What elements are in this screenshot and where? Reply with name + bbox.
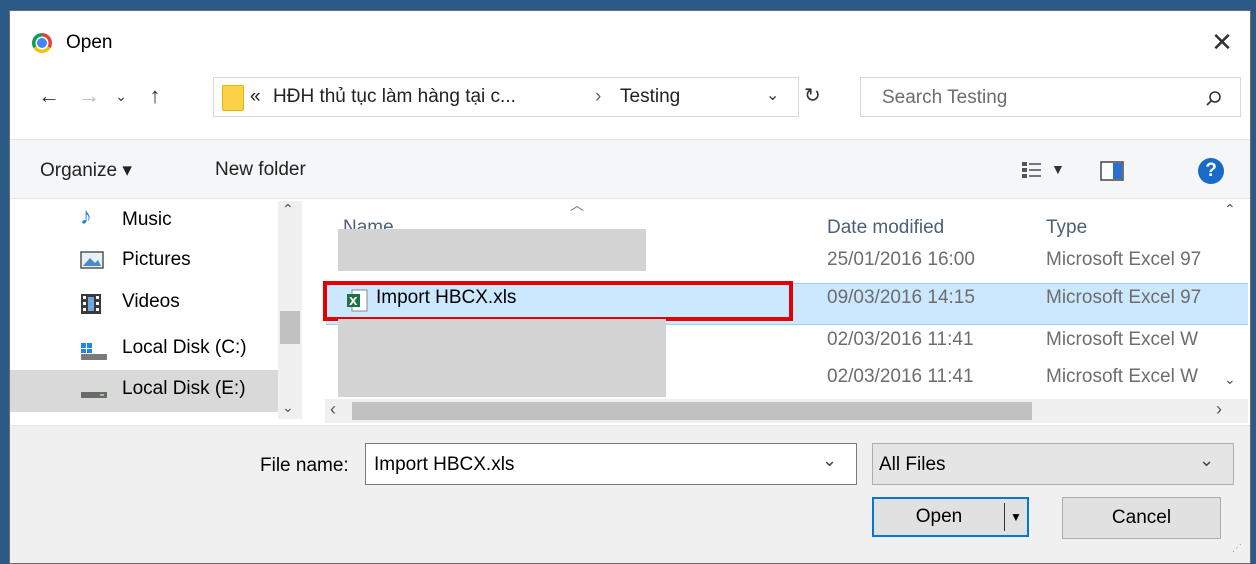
cancel-button[interactable]: Cancel bbox=[1062, 497, 1221, 539]
open-button-label: Open bbox=[915, 506, 963, 527]
sidebar-item-pictures[interactable]: Pictures bbox=[70, 241, 290, 281]
resize-grip-icon[interactable]: ⋰ bbox=[1232, 543, 1242, 554]
file-name-label: File name: bbox=[260, 455, 349, 476]
sidebar-item-videos[interactable]: Videos bbox=[70, 283, 290, 323]
videos-icon bbox=[81, 294, 101, 314]
sidebar-item-local-disk-c[interactable]: Local Disk (C:) bbox=[70, 329, 290, 369]
file-type: Microsoft Excel W bbox=[1046, 366, 1199, 387]
file-type: Microsoft Excel 97 bbox=[1046, 287, 1202, 308]
chrome-icon bbox=[32, 33, 52, 53]
forward-button[interactable]: → bbox=[74, 81, 104, 111]
breadcrumb-current[interactable]: Testing bbox=[620, 86, 680, 108]
list-scroll-down-icon[interactable]: ⌄ bbox=[1224, 371, 1236, 388]
file-date: 02/03/2016 11:41 bbox=[827, 329, 974, 350]
redacted-filename bbox=[338, 229, 646, 271]
file-name-chevron-down-icon[interactable]: ⌄ bbox=[822, 450, 837, 471]
list-scroll-up-icon[interactable]: ⌃ bbox=[1224, 201, 1236, 218]
file-name-input[interactable]: Import HBCX.xls ⌄ bbox=[365, 443, 857, 485]
refresh-icon[interactable]: ↻ bbox=[804, 83, 821, 108]
file-date: 09/03/2016 14:15 bbox=[827, 287, 975, 308]
file-type-filter-value: All Files bbox=[879, 454, 946, 475]
file-name-value: Import HBCX.xls bbox=[374, 454, 515, 475]
open-options-arrow-icon[interactable]: ▼ bbox=[1010, 499, 1022, 535]
redacted-filename bbox=[338, 319, 666, 397]
sidebar-item-music[interactable]: ♪ Music bbox=[70, 201, 290, 241]
type-column: Microsoft Excel 97 Microsoft Excel 97 Mi… bbox=[1046, 241, 1222, 401]
search-icon[interactable] bbox=[1206, 91, 1222, 107]
window-title: Open bbox=[66, 32, 113, 53]
sidebar-item-label: Pictures bbox=[122, 249, 191, 270]
split-divider bbox=[1004, 503, 1005, 531]
drive-e-icon bbox=[81, 392, 107, 398]
open-dialog: Open ✕ ← → ⌄ ↑ « HĐH thủ tục làm hàng tạ… bbox=[9, 10, 1251, 564]
organize-button[interactable]: Organize ▾ bbox=[40, 159, 132, 182]
address-dropdown-chevron-icon[interactable]: ⌄ bbox=[766, 85, 779, 105]
view-dropdown-arrow-icon[interactable]: ▼ bbox=[1051, 161, 1065, 177]
view-options-icon[interactable] bbox=[1022, 161, 1042, 179]
preview-pane-icon[interactable] bbox=[1100, 161, 1124, 181]
file-type-filter-select[interactable]: All Files ⌄ bbox=[872, 443, 1234, 485]
new-folder-button[interactable]: New folder bbox=[215, 159, 306, 181]
sidebar-scrollbar-thumb[interactable] bbox=[280, 311, 300, 344]
recent-locations-chevron-icon[interactable]: ⌄ bbox=[110, 81, 132, 111]
up-button[interactable]: ↑ bbox=[138, 81, 172, 111]
sidebar-scrollbar[interactable] bbox=[278, 201, 302, 419]
breadcrumb-parent[interactable]: HĐH thủ tục làm hàng tại c... bbox=[273, 86, 516, 108]
file-date: 25/01/2016 16:00 bbox=[827, 249, 975, 270]
horizontal-scrollbar-thumb[interactable] bbox=[352, 402, 1032, 420]
sidebar-item-label: Music bbox=[122, 209, 172, 230]
filter-chevron-down-icon[interactable]: ⌄ bbox=[1199, 450, 1214, 471]
folder-icon bbox=[222, 85, 244, 111]
sidebar-item-label: Local Disk (C:) bbox=[122, 337, 247, 358]
pictures-icon bbox=[80, 251, 104, 269]
open-button[interactable]: Open ▼ bbox=[872, 497, 1029, 537]
music-note-icon: ♪ bbox=[80, 203, 92, 230]
scroll-right-icon[interactable]: › bbox=[1216, 399, 1222, 420]
scroll-down-arrow-icon[interactable]: ⌄ bbox=[282, 399, 294, 416]
back-button[interactable]: ← bbox=[32, 81, 66, 111]
search-placeholder: Search Testing bbox=[882, 87, 1008, 108]
sort-ascending-icon: ︿ bbox=[570, 197, 584, 213]
sidebar-item-label: Local Disk (E:) bbox=[122, 378, 246, 399]
scroll-left-icon[interactable]: ‹ bbox=[330, 399, 336, 420]
column-header-date-modified[interactable]: Date modified bbox=[827, 217, 944, 239]
file-date: 02/03/2016 11:41 bbox=[827, 366, 974, 387]
breadcrumb-overflow[interactable]: « bbox=[250, 86, 261, 108]
help-icon[interactable]: ? bbox=[1198, 158, 1224, 184]
file-type: Microsoft Excel W bbox=[1046, 329, 1199, 350]
file-type: Microsoft Excel 97 bbox=[1046, 249, 1202, 270]
highlight-annotation-box bbox=[323, 281, 793, 321]
drive-c-icon bbox=[81, 343, 107, 360]
scroll-up-arrow-icon[interactable]: ⌃ bbox=[282, 201, 294, 218]
breadcrumb-separator: › bbox=[595, 86, 602, 107]
column-header-type[interactable]: Type bbox=[1046, 217, 1087, 239]
sidebar-item-label: Videos bbox=[122, 291, 180, 312]
close-button[interactable]: ✕ bbox=[1202, 25, 1242, 59]
sidebar-item-local-disk-e[interactable]: Local Disk (E:) bbox=[10, 370, 278, 412]
